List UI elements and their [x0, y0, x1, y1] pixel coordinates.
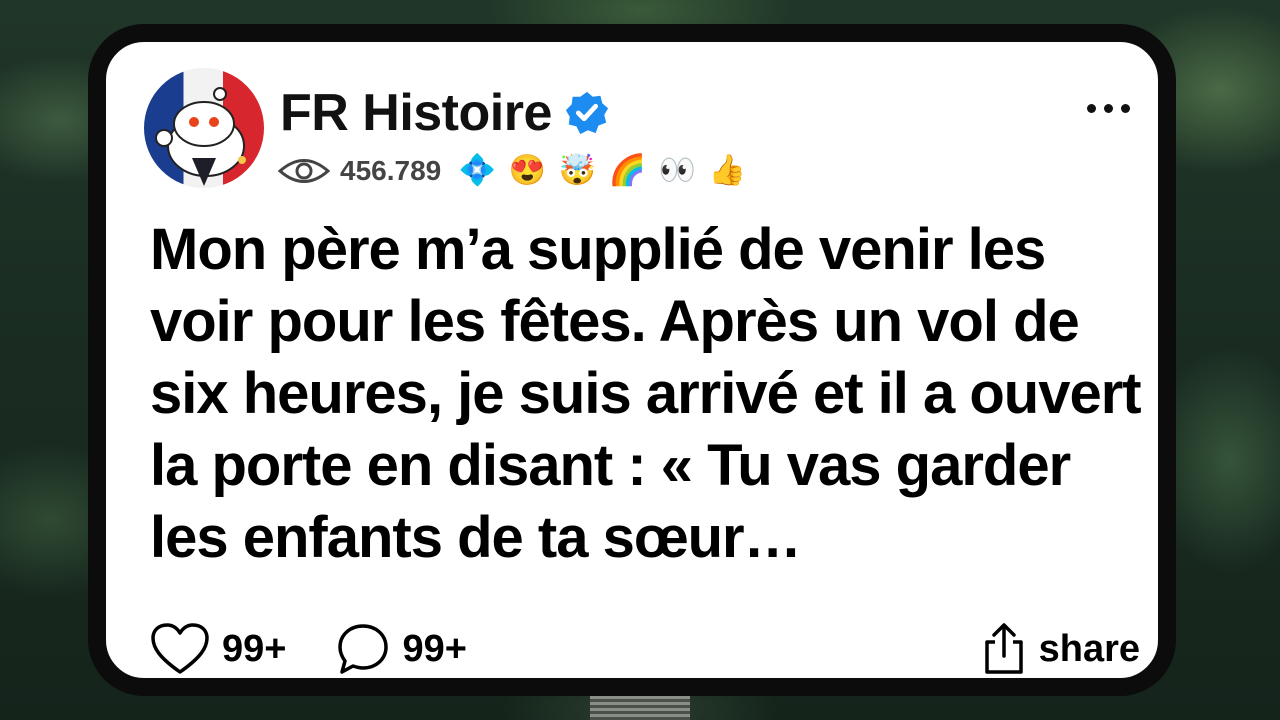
avatar[interactable] — [144, 68, 264, 188]
post-body: Mon père m’a supplié de venir les voir p… — [150, 217, 1142, 570]
share-button[interactable]: share — [981, 622, 1140, 676]
like-button[interactable]: 99+ — [150, 622, 286, 676]
badge-heart-eyes-icon: 😍 — [508, 154, 546, 187]
like-count: 99+ — [222, 627, 287, 670]
comment-button[interactable]: 99+ — [336, 622, 467, 676]
badge-thumbs-up-icon: 👍 — [708, 154, 746, 187]
author-name[interactable]: FR Histoire — [280, 83, 552, 143]
action-bar: 99+ 99+ share — [150, 614, 1140, 684]
share-icon — [984, 623, 1023, 674]
badge-eyes-icon: 👀 — [658, 154, 696, 187]
comment-count: 99+ — [402, 627, 467, 670]
heart-icon — [151, 623, 209, 674]
reddit-mascot-icon — [155, 87, 246, 186]
eye-icon — [278, 159, 330, 183]
badge-gem-icon: 💠 — [458, 154, 496, 187]
view-count: 456.789 — [340, 155, 442, 186]
verified-badge-icon — [565, 91, 608, 135]
badge-rainbow-icon: 🌈 — [608, 154, 646, 187]
badge-mind-blown-icon: 🤯 — [558, 154, 596, 187]
share-label: share — [1038, 627, 1140, 670]
post-card: FR Histoire 456.789 💠 😍 🤯 🌈 👀 👍 Mon père… — [88, 24, 1176, 696]
post-header: FR Histoire — [280, 80, 610, 146]
comment-bubble-icon — [338, 624, 389, 674]
stats-row: 456.789 💠 😍 🤯 🌈 👀 👍 — [278, 148, 749, 194]
more-options-icon[interactable] — [1087, 104, 1130, 113]
